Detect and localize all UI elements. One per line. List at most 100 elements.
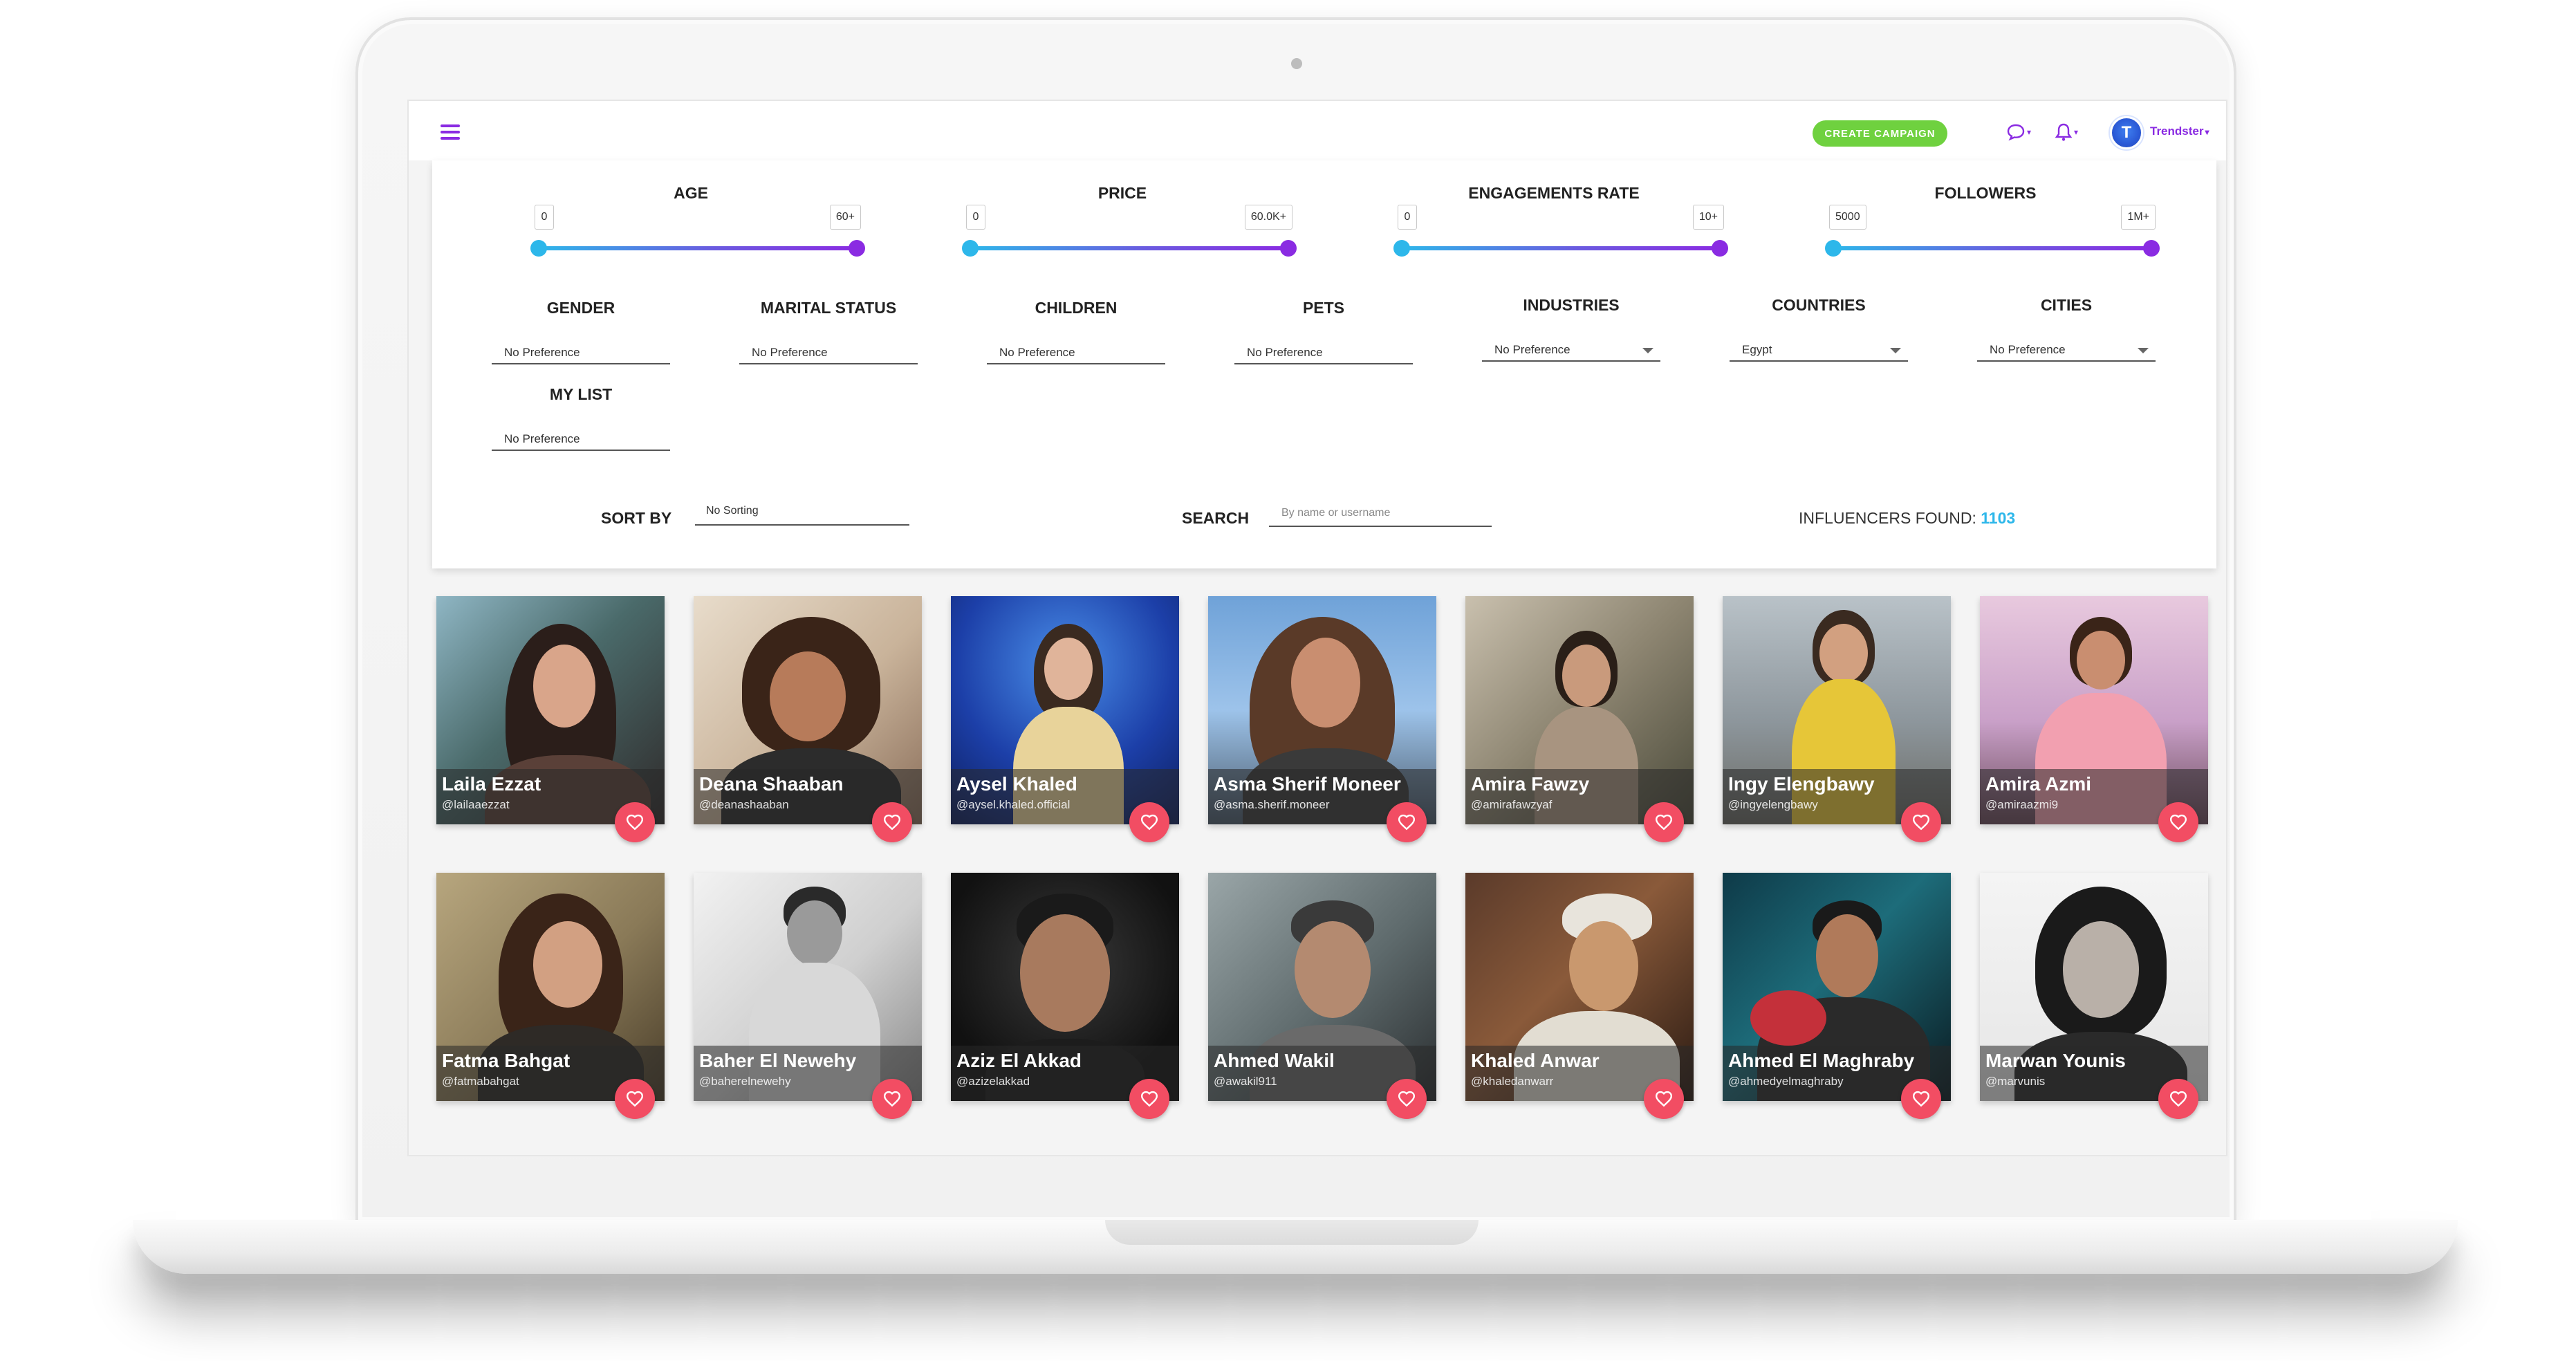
heart-icon[interactable] [2158, 1079, 2198, 1119]
search-input[interactable] [1269, 501, 1492, 527]
my-list-select: MY LIST No Preference [492, 385, 670, 451]
influencer-card[interactable]: Ingy Elengbawy @ingyelengbawy [1723, 596, 1951, 842]
industries-dropdown[interactable]: No Preference [1482, 338, 1660, 362]
heart-icon[interactable] [1644, 1079, 1684, 1119]
marital-status-dropdown[interactable]: No Preference [739, 341, 918, 364]
range-knob-min[interactable] [962, 240, 979, 257]
my-list-dropdown[interactable]: No Preference [492, 427, 670, 451]
influencer-username: @azizelakkad [956, 1075, 1030, 1088]
influencer-name: Amira Azmi [1985, 773, 2092, 795]
range-max[interactable]: 1M+ [2121, 205, 2156, 230]
influencer-name: Asma Sherif Moneer [1214, 773, 1401, 795]
select-value: Egypt [1742, 343, 1772, 356]
influencer-card[interactable]: Marwan Younis @marvunis [1980, 873, 2208, 1119]
influencer-card[interactable]: Khaled Anwar @khaledanwarr [1465, 873, 1694, 1119]
range-knob-min[interactable] [1393, 240, 1410, 257]
chat-icon[interactable]: ▾ [2006, 122, 2031, 142]
heart-icon[interactable] [615, 802, 655, 842]
bell-icon[interactable]: ▾ [2055, 122, 2078, 142]
children-select: CHILDREN No Preference [987, 299, 1165, 364]
range-knob-max[interactable] [849, 240, 865, 257]
range-knob-min[interactable] [530, 240, 547, 257]
avatar-initial: T [2121, 123, 2132, 142]
gender-dropdown[interactable]: No Preference [492, 341, 670, 364]
countries-dropdown[interactable]: Egypt [1730, 338, 1908, 362]
heart-icon[interactable] [1387, 1079, 1427, 1119]
influencer-username: @deanashaaban [699, 798, 789, 811]
search-label: SEARCH [1182, 509, 1250, 527]
sort-dropdown[interactable]: No Sorting [695, 499, 909, 526]
influencer-card[interactable]: Fatma Bahgat @fatmabahgat [436, 873, 665, 1119]
influencer-name: Ahmed Wakil [1214, 1050, 1335, 1071]
brand-name: Trendster [2150, 124, 2204, 138]
influencer-card[interactable]: Amira Fawzy @amirafawzyaf [1465, 596, 1694, 842]
age-range: AGE 0 60+ [518, 160, 865, 271]
influencer-name: Deana Shaaban [699, 773, 844, 795]
chevron-down-icon [1642, 348, 1653, 353]
found-label: INFLUENCERS FOUND: [1799, 509, 1976, 527]
range-knob-max[interactable] [2143, 240, 2160, 257]
select-title: MARITAL STATUS [760, 299, 897, 317]
range-track[interactable] [962, 240, 1297, 257]
found-count: 1103 [1981, 509, 2016, 527]
range-min[interactable]: 0 [966, 205, 985, 230]
range-min[interactable]: 5000 [1829, 205, 1866, 230]
heart-icon[interactable] [2158, 802, 2198, 842]
children-dropdown[interactable]: No Preference [987, 341, 1165, 364]
chevron-down-icon [2138, 348, 2149, 353]
range-track[interactable] [530, 240, 865, 257]
heart-icon[interactable] [1901, 802, 1941, 842]
chevron-down-icon: ▾ [2205, 127, 2209, 137]
range-max[interactable]: 10+ [1692, 205, 1724, 230]
heart-icon[interactable] [1644, 802, 1684, 842]
account-menu[interactable]: Trendster ▾ [2150, 124, 2209, 138]
influencer-card[interactable]: Aziz El Akkad @azizelakkad [951, 873, 1179, 1119]
range-knob-max[interactable] [1712, 240, 1728, 257]
range-max[interactable]: 60.0K+ [1244, 205, 1292, 230]
industries-select: INDUSTRIES No Preference [1482, 296, 1660, 362]
avatar[interactable]: T [2110, 116, 2143, 149]
menu-icon[interactable] [441, 124, 460, 140]
influencer-card[interactable]: Ahmed Wakil @awakil911 [1208, 873, 1436, 1119]
range-min[interactable]: 0 [1398, 205, 1417, 230]
influencer-card[interactable]: Aysel Khaled @aysel.khaled.official [951, 596, 1179, 842]
chevron-down-icon: ▾ [2074, 127, 2079, 137]
select-title: INDUSTRIES [1523, 296, 1620, 314]
range-max[interactable]: 60+ [829, 205, 861, 230]
influencer-username: @fatmabahgat [442, 1075, 519, 1088]
select-title: PETS [1302, 299, 1345, 317]
select-value: No Preference [504, 432, 580, 445]
influencer-card[interactable]: Laila Ezzat @lailaaezzat [436, 596, 665, 842]
range-track[interactable] [1825, 240, 2160, 257]
heart-icon[interactable] [1387, 802, 1427, 842]
range-knob-max[interactable] [1280, 240, 1297, 257]
heart-icon[interactable] [1129, 802, 1169, 842]
range-track[interactable] [1393, 240, 1728, 257]
influencer-username: @amirafawzyaf [1471, 798, 1553, 811]
influencer-username: @khaledanwarr [1471, 1075, 1554, 1088]
range-min[interactable]: 0 [535, 205, 554, 230]
heart-icon[interactable] [1901, 1079, 1941, 1119]
heart-icon[interactable] [872, 802, 912, 842]
range-knob-min[interactable] [1825, 240, 1842, 257]
influencer-username: @aysel.khaled.official [956, 798, 1071, 811]
influencer-card[interactable]: Baher El Newehy @baherelnewehy [694, 873, 922, 1119]
pets-dropdown[interactable]: No Preference [1234, 341, 1413, 364]
influencer-name: Marwan Younis [1985, 1050, 2126, 1071]
influencer-card[interactable]: Asma Sherif Moneer @asma.sherif.moneer [1208, 596, 1436, 842]
influencer-name: Ingy Elengbawy [1728, 773, 1875, 795]
influencer-card[interactable]: Deana Shaaban @deanashaaban [694, 596, 922, 842]
heart-icon[interactable] [872, 1079, 912, 1119]
select-value: No Preference [999, 346, 1075, 359]
select-title: MY LIST [549, 385, 613, 403]
influencer-card[interactable]: Ahmed El Maghraby @ahmedyelmaghraby [1723, 873, 1951, 1119]
range-title: FOLLOWERS [1934, 184, 2037, 202]
influencer-card[interactable]: Amira Azmi @amiraazmi9 [1980, 596, 2208, 842]
cities-dropdown[interactable]: No Preference [1977, 338, 2156, 362]
heart-icon[interactable] [1129, 1079, 1169, 1119]
gender-select: GENDER No Preference [492, 299, 670, 364]
marital-status-select: MARITAL STATUS No Preference [739, 299, 918, 364]
influencer-name: Amira Fawzy [1471, 773, 1590, 795]
create-campaign-button[interactable]: CREATE CAMPAIGN [1813, 120, 1947, 147]
heart-icon[interactable] [615, 1079, 655, 1119]
